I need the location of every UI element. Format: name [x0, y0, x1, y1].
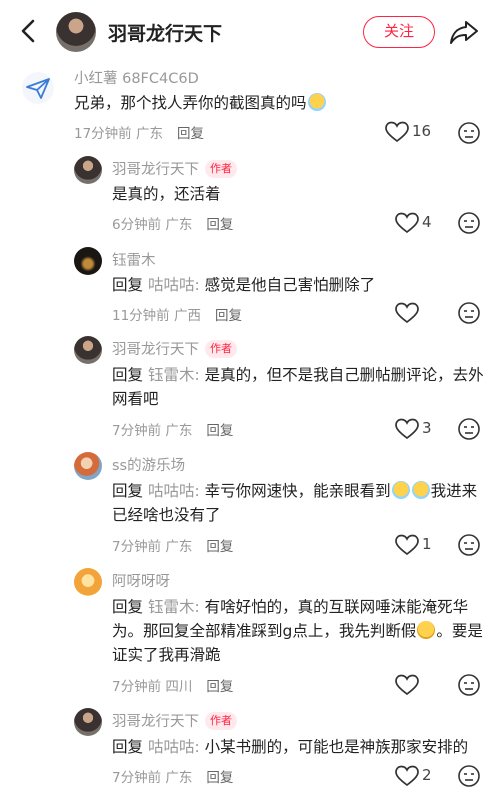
heart-icon [395, 534, 419, 556]
thinking-emoji-icon [417, 621, 436, 639]
reply-button[interactable]: 回复 [215, 308, 242, 324]
dislike-face-icon[interactable] [457, 121, 481, 145]
like-button[interactable]: 3 [395, 417, 447, 441]
like-count: 2 [422, 766, 432, 784]
user-avatar[interactable] [74, 452, 102, 480]
heart-icon [395, 674, 419, 696]
top-bar: 羽哥龙行天下 关注 [0, 0, 498, 62]
author-avatar[interactable] [74, 336, 102, 364]
comment-meta: 7分钟前 广东 回复 [112, 539, 234, 555]
reply-target[interactable]: 咕咕咕: [148, 276, 200, 294]
comment-meta: 7分钟前 四川 回复 [112, 679, 234, 695]
chevron-left-icon[interactable] [14, 16, 44, 46]
reply-button[interactable]: 回复 [177, 126, 204, 142]
user-avatar[interactable] [74, 247, 102, 275]
reply-button[interactable]: 回复 [206, 679, 233, 695]
paper-plane-icon[interactable] [22, 72, 54, 104]
author-avatar[interactable] [56, 12, 96, 52]
comment-text: 回复 咕咕咕: 感觉是他自己害怕删除了 [112, 276, 376, 294]
comment-author[interactable]: 小红薯 68FC4C6D [74, 67, 199, 88]
like-button[interactable]: 1 [395, 533, 447, 557]
dislike-face-icon[interactable] [457, 673, 481, 697]
comment-author[interactable]: 钰雷木 [112, 249, 156, 270]
reply-button[interactable]: 回复 [206, 217, 233, 233]
comment-author[interactable]: 羽哥龙行天下 作者 [112, 158, 237, 179]
reply-target[interactable]: 钰雷木: [148, 598, 200, 616]
crying-emoji-icon [307, 93, 326, 111]
comment-author[interactable]: ss的游乐场 [112, 454, 185, 475]
author-badge: 作者 [205, 712, 237, 730]
comment-meta: 7分钟前 广东 回复 [112, 423, 234, 439]
reply-target[interactable]: 钰雷木: [148, 366, 200, 384]
comment-meta: 6分钟前 广东 回复 [112, 217, 234, 233]
like-count: 3 [422, 419, 432, 437]
crying-emoji-icon [391, 481, 410, 499]
heart-icon [395, 765, 419, 787]
like-button[interactable] [395, 673, 447, 697]
author-avatar[interactable] [74, 708, 102, 736]
like-button[interactable]: 2 [395, 764, 447, 788]
comment-author[interactable]: 羽哥龙行天下 作者 [112, 338, 237, 359]
heart-icon [395, 418, 419, 440]
dislike-face-icon[interactable] [457, 764, 481, 788]
comment-meta: 11分钟前 广西 回复 [112, 308, 242, 324]
heart-icon [385, 121, 409, 143]
user-avatar[interactable] [74, 568, 102, 596]
comment-meta: 17分钟前 广东 回复 [74, 126, 204, 142]
author-avatar[interactable] [74, 156, 102, 184]
reply-target[interactable]: 咕咕咕: [148, 738, 200, 756]
comment-text: 回复 咕咕咕: 小某书删的，可能也是神族那家安排的 [112, 738, 469, 756]
page-title[interactable]: 羽哥龙行天下 [108, 19, 222, 46]
share-arrow-icon[interactable] [449, 18, 479, 46]
comment-text: 是真的，还活着 [112, 185, 221, 203]
heart-icon [395, 212, 419, 234]
comment-author[interactable]: 阿呀呀呀 [112, 570, 170, 591]
comment-text: 回复 咕咕咕: 幸亏你网速快，能亲眼看到 我进来已经啥也没有了 [112, 481, 478, 524]
comment-author[interactable]: 羽哥龙行天下 作者 [112, 710, 237, 731]
like-button[interactable]: 16 [385, 120, 437, 144]
heart-icon [395, 302, 419, 324]
comment-meta: 7分钟前 广东 回复 [112, 770, 234, 786]
dislike-face-icon[interactable] [457, 533, 481, 557]
like-button[interactable] [395, 301, 447, 325]
dislike-face-icon[interactable] [457, 301, 481, 325]
follow-button[interactable]: 关注 [363, 16, 435, 48]
crying-emoji-icon [411, 481, 430, 499]
reply-button[interactable]: 回复 [206, 770, 233, 786]
comment-text: 兄弟，那个找人弄你的截图真的吗 [74, 91, 404, 115]
like-count: 16 [412, 122, 432, 140]
dislike-face-icon[interactable] [457, 417, 481, 441]
author-badge: 作者 [205, 340, 237, 358]
reply-target[interactable]: 咕咕咕: [148, 482, 200, 500]
comment-text: 回复 钰雷木: 是真的，但不是我自己删帖删评论，去外网看吧 [112, 366, 484, 408]
reply-button[interactable]: 回复 [206, 539, 233, 555]
dislike-face-icon[interactable] [457, 211, 481, 235]
like-count: 1 [422, 535, 432, 553]
author-badge: 作者 [205, 160, 237, 178]
like-count: 4 [422, 213, 432, 231]
like-button[interactable]: 4 [395, 211, 447, 235]
comment-text: 回复 钰雷木: 有啥好怕的，真的互联网唾沫能淹死华为。那回复全部精准踩到g点上，… [112, 598, 483, 664]
reply-button[interactable]: 回复 [206, 423, 233, 439]
